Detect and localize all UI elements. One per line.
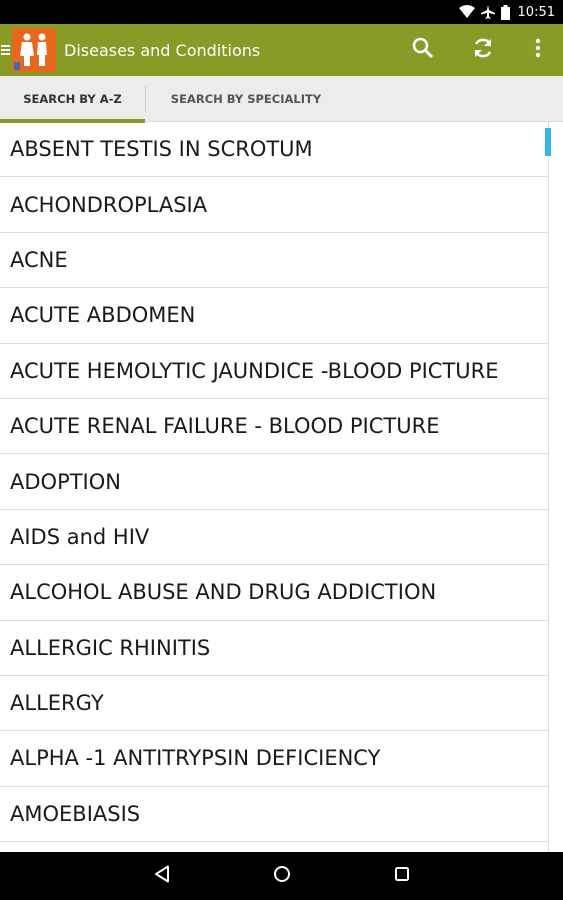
overflow-menu-button[interactable] [513, 24, 563, 76]
status-bar: 10:51 [0, 0, 563, 24]
list-edge-divider [548, 122, 549, 852]
recents-icon [394, 866, 410, 886]
search-button[interactable] [393, 24, 453, 76]
list-item[interactable]: ALPHA -1 ANTITRYPSIN DEFICIENCY [0, 731, 548, 787]
battery-icon [500, 4, 510, 20]
conditions-list[interactable]: ABSENT TESTIS IN SCROTUM ACHONDROPLASIA … [0, 122, 548, 852]
list-item[interactable]: AMOEBIASIS [0, 787, 548, 843]
home-button[interactable] [222, 852, 342, 900]
app-logo-icon[interactable] [12, 28, 56, 72]
list-item[interactable]: AIDS and HIV [0, 510, 548, 566]
clock: 10:51 [517, 4, 555, 20]
list-item[interactable]: ACHONDROPLASIA [0, 177, 548, 233]
list-item[interactable]: ACNE [0, 233, 548, 289]
navigation-bar [0, 852, 563, 900]
tab-bar: SEARCH BY A-Z SEARCH BY SPECIALITY [0, 76, 563, 123]
home-icon [273, 865, 291, 887]
back-button[interactable] [102, 852, 222, 900]
airplane-icon [480, 5, 495, 19]
page-title: Diseases and Conditions [64, 40, 261, 60]
search-icon [412, 37, 434, 63]
overflow-menu-icon [535, 38, 541, 62]
refresh-button[interactable] [453, 24, 513, 76]
refresh-icon [471, 36, 495, 64]
wifi-icon [458, 5, 475, 19]
list-item[interactable]: ABSENT TESTIS IN SCROTUM [0, 122, 548, 178]
back-icon [154, 865, 170, 887]
action-bar: Diseases and Conditions [0, 24, 563, 76]
tab-search-by-a-z[interactable]: SEARCH BY A-Z [0, 76, 145, 123]
list-item[interactable]: ADOPTION [0, 454, 548, 510]
list-item[interactable]: ACUTE RENAL FAILURE - BLOOD PICTURE [0, 399, 548, 455]
tab-search-by-speciality[interactable]: SEARCH BY SPECIALITY [146, 76, 346, 122]
list-item[interactable]: ALLERGIC RHINITIS [0, 621, 548, 676]
drawer-menu-icon[interactable] [0, 24, 11, 76]
list-item[interactable]: ALCOHOL ABUSE AND DRUG ADDICTION [0, 565, 548, 621]
recents-button[interactable] [342, 852, 462, 900]
list-item[interactable]: ALLERGY [0, 676, 548, 732]
list-item[interactable]: ACUTE ABDOMEN [0, 288, 548, 344]
list-item[interactable]: ACUTE HEMOLYTIC JAUNDICE -BLOOD PICTURE [0, 344, 548, 399]
scrollbar-thumb[interactable] [545, 128, 551, 156]
